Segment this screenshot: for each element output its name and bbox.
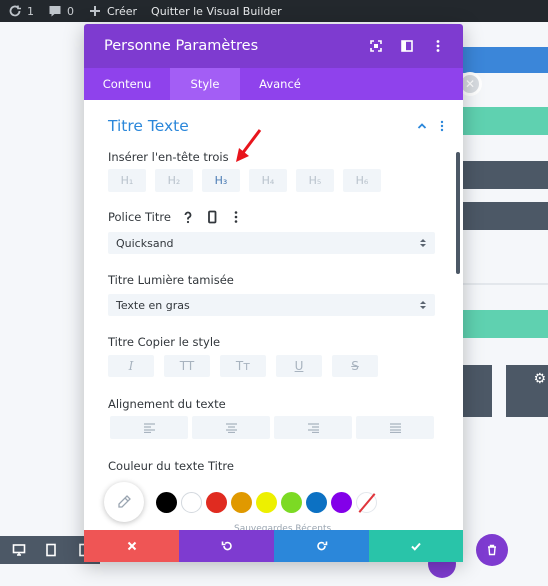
- background-dark-block: ⚙: [506, 365, 548, 417]
- color-swatch-red[interactable]: [206, 491, 227, 513]
- undo-button[interactable]: [179, 530, 274, 562]
- align-left-button[interactable]: [110, 416, 188, 439]
- font-weight-label: Titre Lumière tamisée: [108, 273, 234, 287]
- color-swatch-green[interactable]: [281, 491, 302, 513]
- updates-link[interactable]: 1: [8, 4, 34, 18]
- heading-level-buttons: H₁ H₂ H₃ H₄ H₅ H₆: [108, 169, 381, 192]
- delete-button[interactable]: [476, 534, 508, 566]
- heading-h1-button[interactable]: H₁: [108, 169, 146, 192]
- italic-button[interactable]: I: [108, 355, 154, 377]
- color-swatch-none[interactable]: [356, 491, 377, 513]
- background-blue-bar: [448, 47, 548, 73]
- align-right-icon: [307, 422, 319, 433]
- more-options-icon[interactable]: [436, 120, 448, 132]
- comment-icon: [48, 4, 62, 18]
- save-button[interactable]: [369, 530, 463, 562]
- comments-count: 0: [67, 4, 74, 18]
- redo-icon: [316, 541, 327, 551]
- comments-link[interactable]: 0: [48, 4, 74, 18]
- heading-h2-button[interactable]: H₂: [155, 169, 193, 192]
- uppercase-button[interactable]: TT: [164, 355, 210, 377]
- exit-visual-builder-link[interactable]: Quitter le Visual Builder: [151, 5, 282, 18]
- gear-icon[interactable]: ⚙: [533, 371, 546, 417]
- settings-scrollbar[interactable]: [456, 152, 460, 274]
- color-swatch-white[interactable]: [181, 491, 202, 513]
- color-swatch-yellow[interactable]: [256, 491, 277, 513]
- color-swatch-purple[interactable]: [331, 491, 352, 513]
- create-link[interactable]: Créer: [88, 4, 137, 18]
- underline-button[interactable]: U: [276, 355, 322, 377]
- background-divider: [462, 283, 548, 285]
- font-weight-select[interactable]: Texte en gras: [108, 294, 435, 316]
- strikethrough-button[interactable]: S: [332, 355, 378, 377]
- font-setting-row: Police Titre: [108, 210, 253, 224]
- redo-button[interactable]: [274, 530, 369, 562]
- align-center-button[interactable]: [192, 416, 270, 439]
- tab-avance[interactable]: Avancé: [240, 68, 320, 100]
- cancel-button[interactable]: [84, 530, 179, 562]
- select-arrows-icon: [419, 299, 427, 311]
- eyedropper-icon: [118, 495, 131, 508]
- refresh-icon: [8, 4, 22, 18]
- background-dark-bar: [462, 161, 548, 189]
- modal-title: Personne Paramètres: [104, 38, 259, 54]
- select-arrows-icon: [419, 237, 427, 249]
- help-icon[interactable]: [181, 210, 195, 224]
- check-icon: [411, 542, 421, 551]
- color-swatch-black[interactable]: [156, 491, 177, 513]
- heading-h5-button[interactable]: H₅: [296, 169, 334, 192]
- background-teal-bar: [462, 310, 548, 338]
- font-label: Police Titre: [108, 210, 171, 224]
- settings-tabs: Contenu Style Avancé: [84, 68, 463, 100]
- fullscreen-icon[interactable]: [369, 39, 383, 53]
- align-center-icon: [225, 422, 237, 433]
- chevron-up-icon[interactable]: [416, 120, 428, 132]
- align-right-button[interactable]: [274, 416, 352, 439]
- tablet-view-icon[interactable]: [44, 543, 58, 557]
- font-weight-select-value: Texte en gras: [116, 298, 190, 312]
- section-header[interactable]: Titre Texte: [108, 114, 448, 138]
- create-label: Créer: [107, 4, 138, 18]
- heading-level-label: Insérer l'en-tête trois: [108, 150, 229, 164]
- alignment-label: Alignement du texte: [108, 397, 226, 411]
- undo-icon: [221, 541, 232, 551]
- font-select[interactable]: Quicksand: [108, 232, 435, 254]
- capitalize-button[interactable]: Tт: [220, 355, 266, 377]
- color-swatch-orange[interactable]: [231, 491, 252, 513]
- color-picker-button[interactable]: [104, 482, 144, 522]
- tab-style[interactable]: Style: [170, 68, 240, 100]
- background-dark-bar: [462, 202, 548, 230]
- desktop-view-icon[interactable]: [12, 543, 26, 557]
- background-dark-block: [462, 365, 492, 417]
- admin-bar: 1 0 Créer Quitter le Visual Builder: [0, 0, 548, 22]
- plus-icon: [88, 4, 102, 18]
- color-swatch-blue[interactable]: [306, 491, 327, 513]
- font-style-buttons: I TT Tт U S: [108, 355, 378, 377]
- align-justify-button[interactable]: [356, 416, 434, 439]
- heading-h4-button[interactable]: H₄: [249, 169, 287, 192]
- more-options-icon[interactable]: [229, 210, 243, 224]
- more-options-icon[interactable]: [431, 39, 445, 53]
- annotation-arrow-icon: [236, 129, 262, 162]
- tab-contenu[interactable]: Contenu: [84, 68, 170, 100]
- color-picker-row: [104, 482, 381, 522]
- alignment-buttons: [110, 416, 434, 439]
- background-teal-bar: [462, 107, 548, 135]
- updates-count: 1: [27, 4, 34, 18]
- align-left-icon: [143, 422, 155, 433]
- modal-footer: [84, 530, 463, 562]
- mobile-responsive-icon[interactable]: [205, 210, 219, 224]
- text-color-label: Couleur du texte Titre: [108, 459, 234, 473]
- align-justify-icon: [389, 422, 401, 433]
- trash-icon: [488, 544, 496, 556]
- split-view-icon[interactable]: [400, 39, 414, 53]
- font-style-label: Titre Copier le style: [108, 335, 221, 349]
- close-icon: [127, 541, 136, 551]
- modal-header: Personne Paramètres: [84, 24, 463, 68]
- heading-h3-button[interactable]: H₃: [202, 169, 240, 192]
- exit-label: Quitter le Visual Builder: [151, 4, 282, 18]
- font-select-value: Quicksand: [116, 236, 174, 250]
- heading-h6-button[interactable]: H₆: [343, 169, 381, 192]
